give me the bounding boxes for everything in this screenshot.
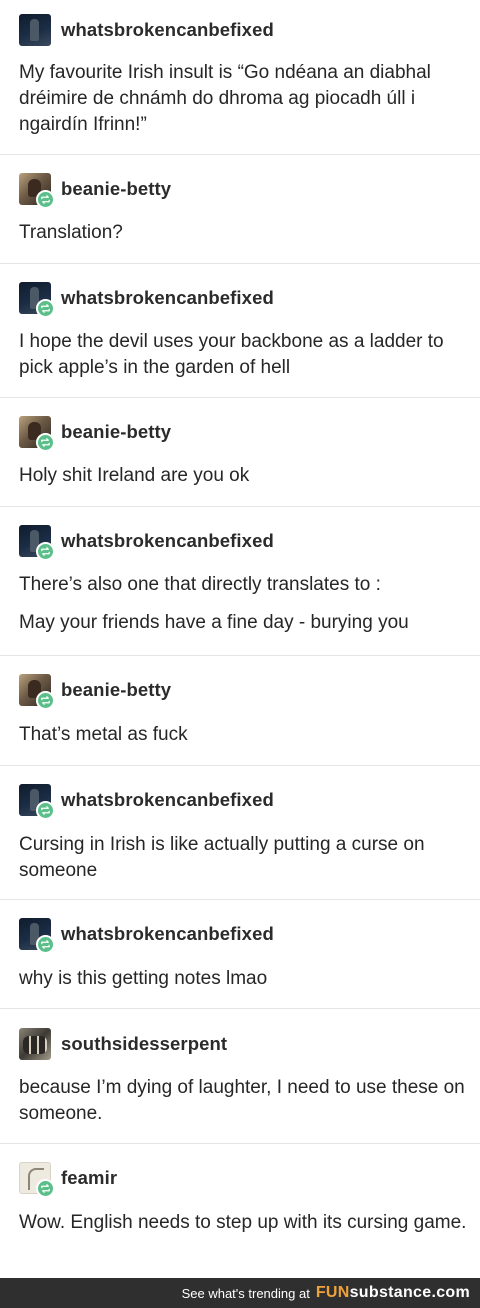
reblog-icon — [36, 1179, 55, 1198]
post-body: My favourite Irish insult is “Go ndéana … — [19, 60, 469, 138]
post-text: There’s also one that directly translate… — [19, 574, 381, 595]
post-header: feamir — [19, 1161, 117, 1198]
post: whatsbrokencanbefixed Cursing in Irish i… — [0, 766, 480, 900]
avatar[interactable] — [19, 1028, 51, 1060]
post-body: There’s also one that directly translate… — [19, 572, 469, 636]
reblog-icon — [36, 542, 55, 561]
avatar[interactable] — [19, 416, 55, 452]
avatar[interactable] — [19, 14, 51, 46]
post: whatsbrokencanbefixed There’s also one t… — [0, 507, 480, 656]
post-text: I hope the devil uses your backbone as a… — [19, 331, 444, 378]
reblog-icon — [36, 433, 55, 452]
post-text: Translation? — [19, 222, 123, 243]
reblog-icon — [36, 801, 55, 820]
avatar[interactable] — [19, 282, 55, 318]
username[interactable]: beanie-betty — [61, 178, 171, 200]
username[interactable]: whatsbrokencanbefixed — [61, 287, 274, 309]
avatar[interactable] — [19, 918, 55, 954]
post-header: whatsbrokencanbefixed — [19, 524, 274, 561]
post-body: why is this getting notes lmao — [19, 966, 469, 992]
post-body: because I’m dying of laughter, I need to… — [19, 1075, 469, 1127]
brand-fun: FUN — [315, 1284, 350, 1301]
post: whatsbrokencanbefixed why is this gettin… — [0, 900, 480, 1009]
post-header: southsidesserpent — [19, 1027, 227, 1061]
username[interactable]: beanie-betty — [61, 679, 171, 701]
post: whatsbrokencanbefixed I hope the devil u… — [0, 264, 480, 398]
trending-text: See what's trending at — [181, 1285, 310, 1301]
post-text: My favourite Irish insult is “Go ndéana … — [19, 62, 431, 135]
post-body: That’s metal as fuck — [19, 722, 469, 748]
post: beanie-betty Holy shit Ireland are you o… — [0, 398, 480, 507]
post: beanie-betty Translation? — [0, 155, 480, 264]
username[interactable]: whatsbrokencanbefixed — [61, 530, 274, 552]
post-body: I hope the devil uses your backbone as a… — [19, 329, 469, 381]
username[interactable]: feamir — [61, 1167, 117, 1189]
post-header: beanie-betty — [19, 172, 171, 209]
post-text: Cursing in Irish is like actually puttin… — [19, 834, 425, 881]
avatar[interactable] — [19, 674, 55, 710]
post-text: May your friends have a fine day - buryi… — [19, 612, 409, 633]
post: whatsbrokencanbefixed My favourite Irish… — [0, 0, 480, 155]
username[interactable]: beanie-betty — [61, 421, 171, 443]
post-body: Translation? — [19, 220, 469, 246]
watermark-footer: See what's trending at FUNsubstance.com — [0, 1278, 480, 1308]
post-text: why is this getting notes lmao — [19, 968, 268, 989]
username[interactable]: whatsbrokencanbefixed — [61, 923, 274, 945]
post-header: whatsbrokencanbefixed — [19, 783, 274, 820]
reblog-icon — [36, 691, 55, 710]
post-text: because I’m dying of laughter, I need to… — [19, 1077, 465, 1124]
post-header: beanie-betty — [19, 673, 171, 710]
post-header: whatsbrokencanbefixed — [19, 917, 274, 954]
post: southsidesserpent because I’m dying of l… — [0, 1009, 480, 1144]
post-header: whatsbrokencanbefixed — [19, 281, 274, 318]
post-text: Holy shit Ireland are you ok — [19, 465, 250, 486]
post-body: Holy shit Ireland are you ok — [19, 463, 469, 489]
avatar-image — [19, 1028, 51, 1060]
reblog-icon — [36, 299, 55, 318]
avatar-image — [19, 14, 51, 46]
site-brand[interactable]: FUNsubstance.com — [316, 1284, 470, 1302]
username[interactable]: whatsbrokencanbefixed — [61, 789, 274, 811]
post-header: beanie-betty — [19, 415, 171, 452]
brand-rest: substance.com — [349, 1284, 470, 1301]
post-text: That’s metal as fuck — [19, 724, 188, 745]
username[interactable]: southsidesserpent — [61, 1033, 227, 1055]
post: beanie-betty That’s metal as fuck — [0, 656, 480, 766]
post-body: Cursing in Irish is like actually puttin… — [19, 832, 469, 884]
post-body: Wow. English needs to step up with its c… — [19, 1210, 469, 1236]
avatar[interactable] — [19, 784, 55, 820]
post-text: Wow. English needs to step up with its c… — [19, 1212, 467, 1233]
avatar[interactable] — [19, 173, 55, 209]
username[interactable]: whatsbrokencanbefixed — [61, 19, 274, 41]
reblog-icon — [36, 935, 55, 954]
reblog-icon — [36, 190, 55, 209]
post-header: whatsbrokencanbefixed — [19, 13, 274, 47]
avatar[interactable] — [19, 1162, 55, 1198]
post: feamir Wow. English needs to step up wit… — [0, 1144, 480, 1278]
avatar[interactable] — [19, 525, 55, 561]
